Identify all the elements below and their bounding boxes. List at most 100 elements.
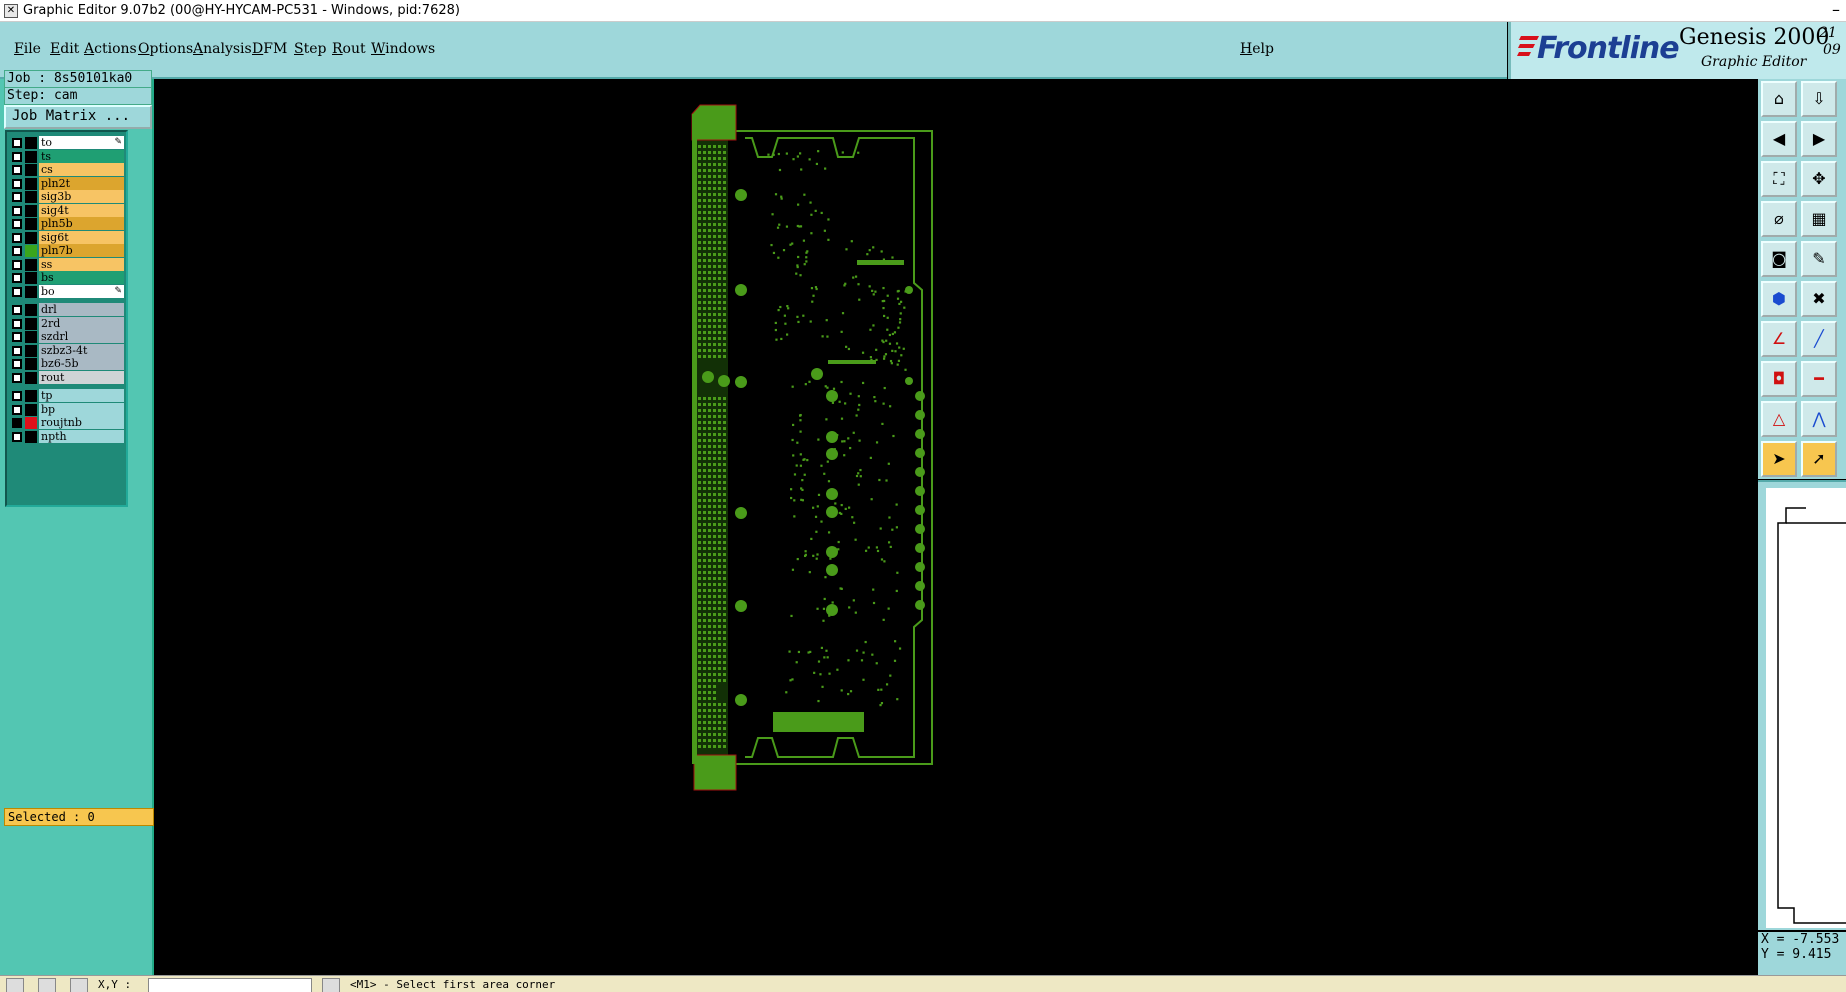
layer-row-sig6t[interactable]: sig6t xyxy=(9,230,124,245)
layer-row-2rd[interactable]: 2rd xyxy=(9,316,124,331)
layer-checkbox[interactable] xyxy=(12,151,22,162)
layer-name[interactable]: pln2t xyxy=(39,176,124,190)
minimize-icon[interactable]: – xyxy=(1832,0,1840,19)
pan-right-button[interactable]: ▶ xyxy=(1801,121,1837,157)
zoom-area-button[interactable]: ✥ xyxy=(1801,161,1837,197)
layer-color-swatch[interactable] xyxy=(25,231,37,244)
layer-checkbox[interactable] xyxy=(12,345,22,356)
menu-dfm[interactable]: DFM xyxy=(252,41,287,57)
status-button-3[interactable] xyxy=(70,978,88,992)
layer-name[interactable]: npth xyxy=(39,429,124,443)
zoom-home-button[interactable]: ⌂ xyxy=(1761,81,1797,117)
layer-name[interactable]: bz6-5b xyxy=(39,357,124,370)
layer-color-swatch[interactable] xyxy=(25,371,37,384)
layer-row-sig3b[interactable]: sig3b xyxy=(9,190,124,204)
layer-name[interactable]: ss xyxy=(39,257,124,271)
layer-checkbox[interactable] xyxy=(12,318,22,329)
measure-button[interactable]: ⌀ xyxy=(1761,201,1797,237)
layer-checkbox[interactable] xyxy=(12,273,22,283)
layer-checkbox[interactable] xyxy=(12,232,22,243)
layer-row-bp[interactable]: bp xyxy=(9,402,124,417)
layer-name[interactable]: sig3b xyxy=(39,190,124,203)
layer-name[interactable]: ts xyxy=(39,149,124,163)
layer-row-to[interactable]: to ✎ xyxy=(9,136,124,150)
layer-row-bz6-5b[interactable]: bz6-5b xyxy=(9,357,124,371)
layer-color-swatch[interactable] xyxy=(25,150,37,163)
layer-name[interactable]: rout xyxy=(39,370,124,384)
layer-name[interactable]: pln5b xyxy=(39,217,124,230)
layer-checkbox[interactable] xyxy=(12,305,22,315)
job-matrix-button[interactable]: Job Matrix ... xyxy=(4,105,152,129)
overview-panel[interactable] xyxy=(1758,480,1846,930)
line-tool-button[interactable]: ╱ xyxy=(1801,321,1837,357)
layer-name[interactable]: pln7b xyxy=(39,244,124,257)
menu-windows[interactable]: Windows xyxy=(371,41,435,57)
layer-row-npth[interactable]: npth xyxy=(9,429,124,444)
layer-color-swatch[interactable] xyxy=(25,430,37,443)
layer-checkbox[interactable] xyxy=(12,431,22,442)
layer-checkbox[interactable] xyxy=(12,138,22,148)
layer-color-swatch[interactable] xyxy=(25,344,37,357)
layer-row-tp[interactable]: tp xyxy=(9,389,124,403)
layer-color-swatch[interactable] xyxy=(25,304,37,316)
layer-name[interactable]: to ✎ xyxy=(39,136,124,149)
layer-checkbox[interactable] xyxy=(12,246,22,256)
layer-name[interactable]: szdrl xyxy=(39,330,124,343)
menu-options[interactable]: Options xyxy=(138,41,193,57)
cross-tool-button[interactable]: ✖ xyxy=(1801,281,1837,317)
menu-step[interactable]: Step xyxy=(294,41,326,57)
layer-color-swatch[interactable] xyxy=(25,331,37,343)
layer-name[interactable]: sig6t xyxy=(39,230,124,244)
layer-name[interactable]: drl xyxy=(39,303,124,316)
layer-row-pln5b[interactable]: pln5b xyxy=(9,217,124,231)
layer-color-swatch[interactable] xyxy=(25,164,37,176)
graphic-canvas[interactable] xyxy=(155,79,1755,975)
layer-row-cs[interactable]: cs xyxy=(9,163,124,177)
layer-row-pln7b[interactable]: pln7b xyxy=(9,244,124,258)
overview-map[interactable] xyxy=(1766,488,1846,928)
layer-checkbox[interactable] xyxy=(12,205,22,216)
menu-rout[interactable]: Rout xyxy=(332,41,366,57)
status-button-2[interactable] xyxy=(38,978,56,992)
angle-tool-button[interactable]: ∠ xyxy=(1761,321,1797,357)
layer-name[interactable]: 2rd xyxy=(39,316,124,330)
layer-checkbox[interactable] xyxy=(12,372,22,383)
pan-left-button[interactable]: ◀ xyxy=(1761,121,1797,157)
layer-row-drl[interactable]: drl xyxy=(9,303,124,317)
menu-help[interactable]: Help xyxy=(1240,41,1274,57)
layer-color-swatch[interactable] xyxy=(25,403,37,416)
layer-row-sig4t[interactable]: sig4t xyxy=(9,203,124,218)
menu-edit[interactable]: Edit xyxy=(50,41,79,57)
layer-color-swatch[interactable] xyxy=(25,258,37,271)
layer-color-swatch[interactable] xyxy=(25,390,37,402)
peak-tool-button[interactable]: ⋀ xyxy=(1801,401,1837,437)
layer-checkbox[interactable] xyxy=(12,418,22,428)
layer-color-swatch[interactable] xyxy=(25,285,37,298)
layer-color-swatch[interactable] xyxy=(25,177,37,190)
menu-analysis[interactable]: Analysis xyxy=(193,41,252,57)
layer-row-roujtnb[interactable]: roujtnb xyxy=(9,416,124,430)
status-button-1[interactable] xyxy=(6,978,24,992)
layer-checkbox[interactable] xyxy=(12,286,22,297)
status-button-4[interactable] xyxy=(322,978,340,992)
layer-name[interactable]: roujtnb xyxy=(39,416,124,429)
menu-file[interactable]: File xyxy=(14,41,41,57)
layer-row-rout[interactable]: rout xyxy=(9,370,124,385)
layer-color-swatch[interactable] xyxy=(25,245,37,257)
layer-color-swatch[interactable] xyxy=(25,218,37,230)
pad-tool-button[interactable]: ◘ xyxy=(1761,361,1797,397)
layer-name[interactable]: cs xyxy=(39,163,124,176)
layer-row-szbz3-4t[interactable]: szbz3-4t xyxy=(9,343,124,358)
layer-row-szdrl[interactable]: szdrl xyxy=(9,330,124,344)
select-button[interactable]: ➤ xyxy=(1761,441,1797,477)
triangle-tool-button[interactable]: △ xyxy=(1761,401,1797,437)
layer-row-ss[interactable]: ss xyxy=(9,257,124,272)
layer-row-bo[interactable]: bo ✎ xyxy=(9,284,124,299)
layer-checkbox[interactable] xyxy=(12,259,22,270)
layer-name[interactable]: szbz3-4t xyxy=(39,343,124,357)
layer-checkbox[interactable] xyxy=(12,165,22,175)
layer-row-pln2t[interactable]: pln2t xyxy=(9,176,124,191)
node-tool-button[interactable]: ⬢ xyxy=(1761,281,1797,317)
menu-actions[interactable]: Actions xyxy=(84,41,137,57)
zoom-back-button[interactable]: ⇩ xyxy=(1801,81,1837,117)
